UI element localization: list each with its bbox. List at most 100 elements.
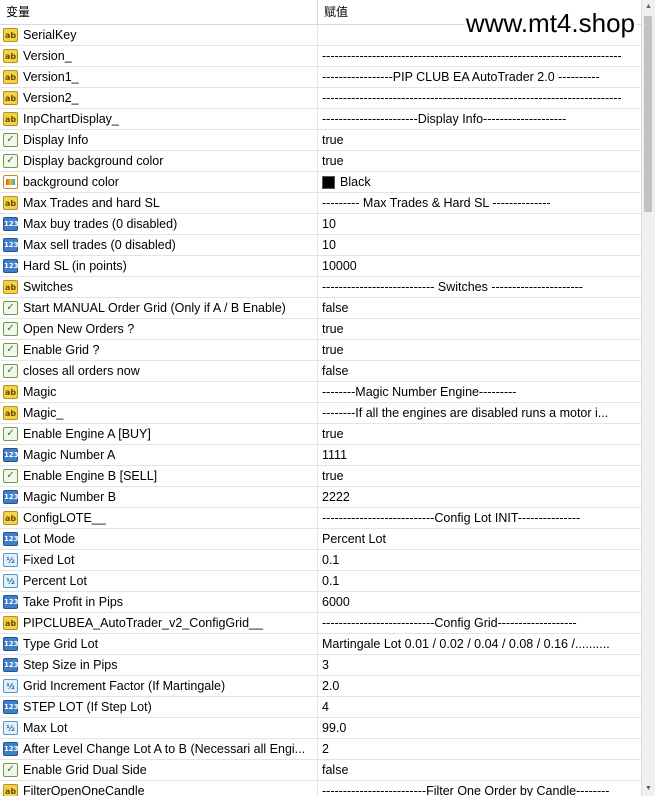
table-row[interactable]: ½ Grid Increment Factor (If Martingale) 2.… — [0, 676, 642, 697]
value-cell[interactable]: true — [318, 424, 642, 444]
value-cell[interactable]: 6000 — [318, 592, 642, 612]
table-row[interactable]: 123 Type Grid Lot Martingale Lot 0.01 / 0.… — [0, 634, 642, 655]
value-cell[interactable]: -----------------------Display Info-----… — [318, 109, 642, 129]
boolean-type-icon: ✓ — [3, 427, 18, 441]
value-cell[interactable]: ----------------------------------------… — [318, 88, 642, 108]
table-row[interactable]: 123 After Level Change Lot A to B (Necess… — [0, 739, 642, 760]
value-cell[interactable]: Percent Lot — [318, 529, 642, 549]
value-cell[interactable]: -----------------PIP CLUB EA AutoTrader … — [318, 67, 642, 87]
table-row[interactable]: ab Version2_ -----------------------------… — [0, 88, 642, 109]
value-cell[interactable]: 1111 — [318, 445, 642, 465]
table-row[interactable]: 123 Take Profit in Pips 6000 — [0, 592, 642, 613]
value-cell[interactable]: 10 — [318, 214, 642, 234]
table-row[interactable]: ✓ Open New Orders ? true — [0, 319, 642, 340]
table-row[interactable]: 123 Max sell trades (0 disabled) 10 — [0, 235, 642, 256]
variable-name: Enable Grid ? — [23, 343, 100, 357]
variable-cell: ab Magic_ — [0, 403, 318, 423]
table-row[interactable]: ab Magic_ --------If all the engines are d… — [0, 403, 642, 424]
variable-value: 10000 — [322, 259, 357, 273]
variable-name: Version_ — [23, 49, 72, 63]
table-row[interactable]: ab ConfigLOTE__ --------------------------… — [0, 508, 642, 529]
value-cell[interactable]: 0.1 — [318, 571, 642, 591]
vertical-scrollbar[interactable]: ▲ ▼ — [641, 0, 655, 796]
string-type-icon: ab — [3, 616, 18, 630]
value-cell[interactable]: --------------------------- Switches ---… — [318, 277, 642, 297]
value-cell[interactable]: 4 — [318, 697, 642, 717]
table-row[interactable]: ✓ Enable Engine B [SELL] true — [0, 466, 642, 487]
table-row[interactable]: ab Magic --------Magic Number Engine------… — [0, 382, 642, 403]
string-type-icon: ab — [3, 784, 18, 796]
table-row[interactable]: ✓ Enable Grid Dual Side false — [0, 760, 642, 781]
variable-cell: ✓ Display background color — [0, 151, 318, 171]
variable-value: true — [322, 427, 344, 441]
value-cell[interactable]: true — [318, 130, 642, 150]
variable-cell: ✓ Open New Orders ? — [0, 319, 318, 339]
value-cell[interactable]: -------------------------Filter One Orde… — [318, 781, 642, 796]
value-cell[interactable]: true — [318, 340, 642, 360]
table-row[interactable]: ab Max Trades and hard SL --------- Max Tr… — [0, 193, 642, 214]
column-header-variable[interactable]: 变量 — [0, 0, 318, 24]
table-row[interactable]: ab Version1_ -----------------PIP CLUB EA … — [0, 67, 642, 88]
variable-cell: 123 Step Size in Pips — [0, 655, 318, 675]
value-cell[interactable]: 99.0 — [318, 718, 642, 738]
table-row[interactable]: 123 Lot Mode Percent Lot — [0, 529, 642, 550]
table-row[interactable]: ✓ Enable Engine A [BUY] true — [0, 424, 642, 445]
table-row[interactable]: ab FilterOpenOneCandle -------------------… — [0, 781, 642, 796]
variable-cell: 123 Magic Number B — [0, 487, 318, 507]
value-cell[interactable]: 0.1 — [318, 550, 642, 570]
table-row[interactable]: 123 STEP LOT (If Step Lot) 4 — [0, 697, 642, 718]
value-cell[interactable]: 2.0 — [318, 676, 642, 696]
variable-cell: ✓ Start MANUAL Order Grid (Only if A / B … — [0, 298, 318, 318]
value-cell[interactable]: 10000 — [318, 256, 642, 276]
table-row[interactable]: ✓ Start MANUAL Order Grid (Only if A / B … — [0, 298, 642, 319]
table-row[interactable]: ab Version_ ------------------------------… — [0, 46, 642, 67]
string-type-icon: ab — [3, 406, 18, 420]
scroll-thumb[interactable] — [644, 16, 652, 212]
table-row[interactable]: ab InpChartDisplay_ ----------------------… — [0, 109, 642, 130]
table-row[interactable]: 123 Magic Number A 1111 — [0, 445, 642, 466]
variable-cell: 123 Magic Number A — [0, 445, 318, 465]
value-cell[interactable]: true — [318, 466, 642, 486]
table-row[interactable]: ✓ Enable Grid ? true — [0, 340, 642, 361]
value-cell[interactable]: false — [318, 760, 642, 780]
value-cell[interactable]: 2 — [318, 739, 642, 759]
variable-value: true — [322, 343, 344, 357]
scroll-down-arrow-icon[interactable]: ▼ — [642, 782, 655, 796]
table-row[interactable]: 123 Hard SL (in points) 10000 — [0, 256, 642, 277]
value-cell[interactable]: Martingale Lot 0.01 / 0.02 / 0.04 / 0.08… — [318, 634, 642, 654]
value-cell[interactable]: --------Magic Number Engine--------- — [318, 382, 642, 402]
table-row[interactable]: ab Switches --------------------------- Sw… — [0, 277, 642, 298]
table-row[interactable]: background color Black — [0, 172, 642, 193]
variable-value: Percent Lot — [322, 532, 386, 546]
variable-cell: ab Version2_ — [0, 88, 318, 108]
value-cell[interactable]: true — [318, 151, 642, 171]
table-row[interactable]: ✓ Display background color true — [0, 151, 642, 172]
variable-name: Fixed Lot — [23, 553, 75, 567]
value-cell[interactable]: 2222 — [318, 487, 642, 507]
value-cell[interactable]: true — [318, 319, 642, 339]
table-row[interactable]: ab PIPCLUBEA_AutoTrader_v2_ConfigGrid__ --… — [0, 613, 642, 634]
value-cell[interactable]: ---------------------------Config Lot IN… — [318, 508, 642, 528]
value-cell[interactable]: 3 — [318, 655, 642, 675]
table-row[interactable]: 123 Max buy trades (0 disabled) 10 — [0, 214, 642, 235]
value-cell[interactable]: ---------------------------Config Grid--… — [318, 613, 642, 633]
variable-cell: background color — [0, 172, 318, 192]
table-row[interactable]: 123 Magic Number B 2222 — [0, 487, 642, 508]
value-cell[interactable]: ----------------------------------------… — [318, 46, 642, 66]
value-cell[interactable]: --------- Max Trades & Hard SL ---------… — [318, 193, 642, 213]
value-cell[interactable]: Black — [318, 172, 642, 192]
value-cell[interactable]: --------If all the engines are disabled … — [318, 403, 642, 423]
table-row[interactable]: ½ Percent Lot 0.1 — [0, 571, 642, 592]
table-row[interactable]: 123 Step Size in Pips 3 — [0, 655, 642, 676]
variable-name: STEP LOT (If Step Lot) — [23, 700, 152, 714]
table-row[interactable]: ½ Max Lot 99.0 — [0, 718, 642, 739]
table-row[interactable]: ✓ closes all orders now false — [0, 361, 642, 382]
value-cell[interactable]: false — [318, 361, 642, 381]
variable-value: -----------------------Display Info-----… — [322, 112, 567, 126]
table-row[interactable]: ½ Fixed Lot 0.1 — [0, 550, 642, 571]
value-cell[interactable]: 10 — [318, 235, 642, 255]
table-row[interactable]: ✓ Display Info true — [0, 130, 642, 151]
string-type-icon: ab — [3, 28, 18, 42]
value-cell[interactable]: false — [318, 298, 642, 318]
scroll-up-arrow-icon[interactable]: ▲ — [642, 0, 655, 14]
